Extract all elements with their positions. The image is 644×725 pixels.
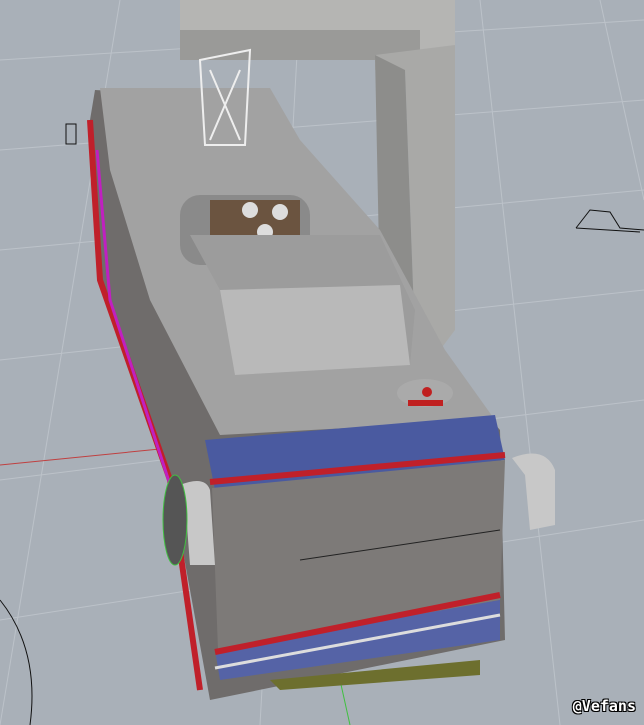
watermark-text: @Vefans	[572, 697, 636, 715]
small-object-outline	[65, 123, 77, 145]
gizmo-outline	[575, 209, 644, 233]
bus-model	[87, 48, 555, 700]
viewport-3d-scene[interactable]	[0, 0, 644, 725]
wheel	[162, 474, 188, 566]
mirror-right	[512, 453, 555, 530]
y-axis-line	[339, 679, 351, 725]
